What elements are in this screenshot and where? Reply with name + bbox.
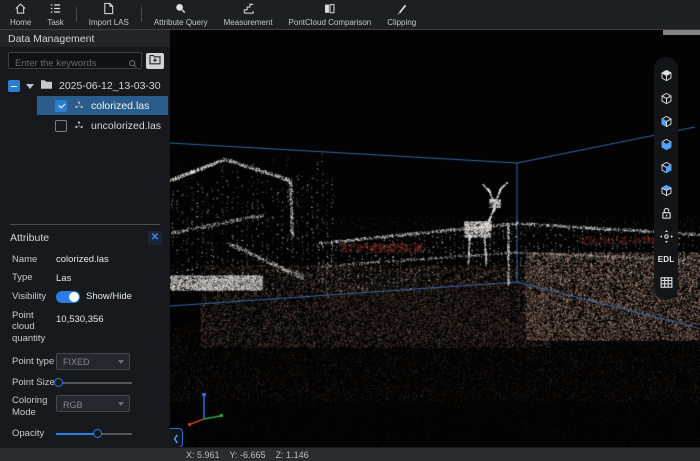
top-right-strip bbox=[663, 30, 700, 35]
toolbar-button-home[interactable]: Home bbox=[2, 0, 39, 29]
toolbar-button-clipping[interactable]: Clipping bbox=[379, 0, 424, 29]
view-front-cube-icon bbox=[659, 114, 674, 129]
folder-icon bbox=[40, 77, 53, 95]
toolbar-label: Attribute Query bbox=[154, 19, 208, 27]
slider-handle[interactable] bbox=[54, 378, 63, 387]
view-bottom-button[interactable] bbox=[656, 89, 676, 108]
view-top-button[interactable] bbox=[656, 66, 676, 85]
toolbar-separator bbox=[76, 7, 77, 22]
edl-label: EDL bbox=[658, 255, 675, 264]
visibility-toggle-label: Show/Hide bbox=[86, 291, 132, 302]
field-label-name: Name bbox=[12, 254, 56, 265]
field-value-name: colorized.las bbox=[56, 254, 109, 265]
point-type-select[interactable]: FIXED bbox=[56, 353, 130, 370]
view-bottom-cube-icon bbox=[659, 91, 674, 106]
root-checkbox[interactable] bbox=[8, 80, 20, 92]
view-left-button[interactable] bbox=[656, 158, 676, 177]
pointcloud-icon bbox=[74, 117, 84, 135]
toolbar-label: Import LAS bbox=[89, 19, 129, 27]
toolbar-button-task[interactable]: Task bbox=[39, 0, 71, 29]
tree-item-label: colorized.las bbox=[91, 100, 149, 112]
field-value-quantity: 10,530,356 bbox=[56, 310, 104, 325]
coordinate-z: Z: 1.146 bbox=[276, 450, 309, 460]
visibility-toggle[interactable] bbox=[56, 291, 80, 303]
view-left-cube-icon bbox=[659, 160, 674, 175]
field-label-point-size: Point Size bbox=[12, 377, 56, 388]
field-label-coloring-mode: Coloring Mode bbox=[12, 395, 56, 418]
toolbar-button-attribute-query[interactable]: Attribute Query bbox=[146, 0, 216, 29]
toolbar-separator bbox=[141, 7, 142, 22]
toolbar-label: Home bbox=[10, 19, 31, 27]
field-label-visibility: Visibility bbox=[12, 291, 56, 302]
toolbar-label: Clipping bbox=[387, 19, 416, 27]
opacity-slider[interactable] bbox=[56, 429, 132, 439]
lock-icon bbox=[659, 206, 674, 221]
view-back-cube-icon bbox=[659, 137, 674, 152]
tree-root-label: 2025-06-12_13-03-30 bbox=[59, 80, 161, 92]
pointcloud-icon bbox=[74, 97, 84, 115]
toolbar-label: PontCloud Comparison bbox=[289, 19, 372, 27]
item-checkbox[interactable] bbox=[55, 100, 67, 112]
field-label-type: Type bbox=[12, 272, 56, 283]
status-bar: X: 5.961 Y: -6.665 Z: 1.146 bbox=[0, 447, 700, 461]
top-toolbar: Home Task Import LAS Attribute Query Mea… bbox=[0, 0, 700, 30]
slider-handle[interactable] bbox=[93, 429, 102, 438]
viewport-area: EDL ❮ bbox=[170, 30, 700, 447]
view-right-button[interactable] bbox=[656, 181, 676, 200]
add-folder-icon bbox=[149, 53, 161, 68]
comparison-book-icon bbox=[323, 2, 336, 18]
edl-button[interactable]: EDL bbox=[656, 250, 676, 269]
view-toolbar: EDL bbox=[654, 57, 678, 300]
pan-move-icon bbox=[659, 229, 674, 244]
import-file-icon bbox=[102, 2, 115, 18]
view-top-cube-icon bbox=[659, 68, 674, 83]
field-value-type: Las bbox=[56, 273, 71, 284]
search-input[interactable] bbox=[9, 56, 141, 71]
item-checkbox[interactable] bbox=[55, 120, 67, 132]
grid-view-icon bbox=[659, 275, 674, 290]
3d-viewport[interactable] bbox=[170, 30, 700, 447]
toolbar-button-measurement[interactable]: Measurement bbox=[216, 0, 281, 29]
toolbar-button-pointcloud-comparison[interactable]: PontCloud Comparison bbox=[281, 0, 380, 29]
coloring-mode-select[interactable]: RGB bbox=[56, 395, 130, 412]
grid-view-button[interactable] bbox=[656, 273, 676, 292]
field-label-opacity: Opacity bbox=[12, 428, 56, 439]
view-right-cube-icon bbox=[659, 183, 674, 198]
measurement-steps-icon bbox=[242, 2, 255, 18]
add-data-button[interactable] bbox=[146, 53, 164, 69]
toolbar-label: Measurement bbox=[224, 19, 273, 27]
pan-button[interactable] bbox=[656, 227, 676, 246]
panel-title: Data Management bbox=[0, 30, 170, 47]
attribute-panel-title: Attribute bbox=[10, 232, 49, 244]
close-icon[interactable]: ✕ bbox=[148, 231, 162, 245]
view-front-button[interactable] bbox=[656, 112, 676, 131]
clipping-pen-icon bbox=[395, 2, 408, 18]
toolbar-label: Task bbox=[47, 19, 63, 27]
search-icon bbox=[128, 56, 138, 66]
view-back-button[interactable] bbox=[656, 135, 676, 154]
home-icon bbox=[14, 2, 27, 18]
tree-item-colorized[interactable]: colorized.las bbox=[37, 96, 168, 115]
point-size-slider[interactable] bbox=[56, 378, 132, 388]
sidebar-collapse-button[interactable]: ❮ bbox=[170, 428, 183, 447]
tree-item-label: uncolorized.las bbox=[91, 120, 161, 132]
coordinate-x: X: 5.961 bbox=[186, 450, 220, 460]
coordinate-y: Y: -6.665 bbox=[230, 450, 266, 460]
chevron-down-icon[interactable] bbox=[26, 84, 34, 89]
task-list-icon bbox=[49, 2, 62, 18]
tree-item-uncolorized[interactable]: uncolorized.las bbox=[37, 116, 168, 135]
lock-button[interactable] bbox=[656, 204, 676, 223]
tree-root-row[interactable]: 2025-06-12_13-03-30 bbox=[0, 77, 170, 95]
field-label-point-type: Point type bbox=[12, 356, 56, 367]
field-label-quantity: Point cloud quantity bbox=[12, 310, 56, 344]
magnifier-icon bbox=[174, 2, 187, 18]
data-tree: 2025-06-12_13-03-30 colorized.las uncolo… bbox=[0, 72, 170, 224]
toolbar-button-import-las[interactable]: Import LAS bbox=[81, 0, 137, 29]
attribute-panel: Name colorized.las Type Las Visibility S… bbox=[0, 250, 170, 447]
data-management-panel: Data Management 2025-06-12 bbox=[0, 30, 170, 447]
search-box bbox=[8, 52, 142, 69]
chevron-left-icon: ❮ bbox=[173, 434, 180, 443]
